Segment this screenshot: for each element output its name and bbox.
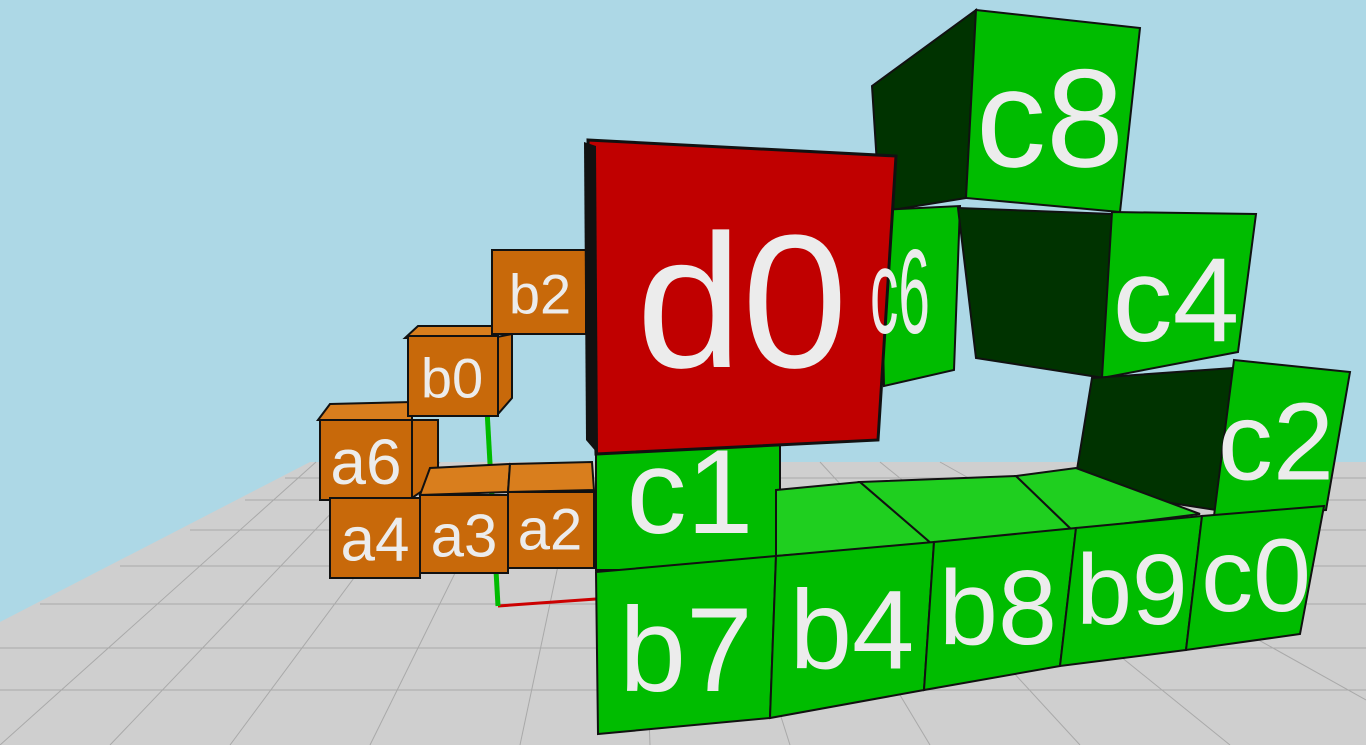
3d-block-scene[interactable]: a6 a4 a3 a2 b0 b2 d0 c8 c4 c2 c1 c0 b7 b… xyxy=(0,0,1366,745)
block-label-a6: a6 xyxy=(330,426,401,498)
block-label-c0: c0 xyxy=(1201,518,1311,634)
block-label-c2: c2 xyxy=(1218,381,1334,504)
block-label-d0: d0 xyxy=(636,196,847,408)
block-label-b4: b4 xyxy=(790,568,915,693)
block-label-c8: c8 xyxy=(976,40,1124,197)
block-label-a4: a4 xyxy=(341,506,410,575)
block-label-b9: b9 xyxy=(1076,534,1187,646)
block-label-c6: c6 xyxy=(870,225,930,359)
block-label-c4: c4 xyxy=(1113,233,1240,367)
block-label-b7: b7 xyxy=(619,583,752,717)
block-label-b8: b8 xyxy=(939,549,1057,667)
block-label-a3: a3 xyxy=(431,503,498,570)
block-label-b2: b2 xyxy=(509,263,571,326)
block-label-b0: b0 xyxy=(421,347,483,410)
block-label-a2: a2 xyxy=(518,498,583,563)
block-label-c1: c1 xyxy=(627,425,754,559)
